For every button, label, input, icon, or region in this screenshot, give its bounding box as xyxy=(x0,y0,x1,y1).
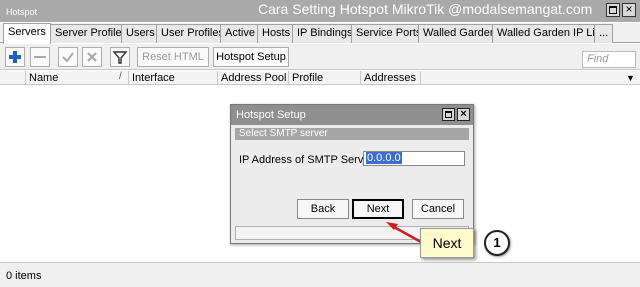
hotspot-setup-dialog: Hotspot Setup × Select SMTP server IP Ad… xyxy=(230,104,474,244)
search-input[interactable]: Find xyxy=(582,51,636,68)
disable-button[interactable] xyxy=(82,47,102,67)
step-number-badge: 1 xyxy=(484,230,510,256)
tab-bar: Servers Server Profiles Users User Profi… xyxy=(0,23,640,44)
smtp-ip-input[interactable]: 0.0.0.0 xyxy=(363,151,465,166)
funnel-icon xyxy=(112,51,128,64)
reset-html-button[interactable]: Reset HTML xyxy=(137,47,209,67)
close-icon: × xyxy=(460,108,467,120)
close-icon: × xyxy=(625,2,633,16)
minus-icon xyxy=(34,56,46,58)
tab-server-profiles[interactable]: Server Profiles xyxy=(50,24,133,43)
table-header: Name / Interface Address Pool Profile Ad… xyxy=(0,71,640,85)
tab-hosts[interactable]: Hosts xyxy=(257,24,296,43)
column-profile[interactable]: Profile xyxy=(289,71,361,85)
add-button[interactable] xyxy=(5,47,25,67)
tab-service-ports[interactable]: Service Ports xyxy=(351,24,427,43)
enable-button[interactable] xyxy=(58,47,78,67)
tab-users[interactable]: Users xyxy=(121,24,160,43)
column-addresses[interactable]: Addresses ... xyxy=(361,71,421,85)
smtp-ip-label: IP Address of SMTP Server: xyxy=(239,154,377,166)
maximize-icon xyxy=(609,6,617,14)
maximize-button[interactable] xyxy=(606,3,620,17)
items-count: 0 items xyxy=(6,270,42,282)
tab-user-profiles[interactable]: User Profiles xyxy=(156,24,229,43)
dialog-maximize-button[interactable] xyxy=(442,108,455,121)
plus-icon xyxy=(9,51,21,63)
next-callout: Next xyxy=(420,228,474,258)
select-column xyxy=(0,71,26,85)
tab-walled-garden-ip-list[interactable]: Walled Garden IP List xyxy=(492,24,609,43)
column-name-label: Name xyxy=(29,72,59,84)
tab-servers[interactable]: Servers xyxy=(3,23,51,44)
window-title: Hotspot xyxy=(6,7,38,17)
sort-icon: / xyxy=(119,71,122,82)
column-address-pool[interactable]: Address Pool xyxy=(218,71,289,85)
next-button[interactable]: Next xyxy=(352,199,404,219)
column-name[interactable]: Name xyxy=(26,71,129,85)
check-icon xyxy=(62,52,74,63)
toolbar: Reset HTML Hotspot Setup Find xyxy=(0,44,640,70)
smtp-ip-value: 0.0.0.0 xyxy=(366,152,402,164)
close-button[interactable]: × xyxy=(622,2,636,17)
dialog-titlebar: Hotspot Setup × xyxy=(231,105,473,125)
tab-ip-bindings[interactable]: IP Bindings xyxy=(292,24,358,43)
tutorial-caption: Cara Setting Hotspot MikroTik @modalsema… xyxy=(258,1,593,17)
chevron-down-icon[interactable]: ▼ xyxy=(626,73,635,83)
back-button[interactable]: Back xyxy=(297,199,349,219)
status-bar: 0 items xyxy=(0,262,640,287)
tab-active[interactable]: Active xyxy=(220,24,260,43)
window-titlebar: Hotspot Cara Setting Hotspot MikroTik @m… xyxy=(0,0,640,22)
dialog-close-button[interactable]: × xyxy=(457,108,470,121)
cancel-button[interactable]: Cancel xyxy=(412,199,464,219)
x-icon xyxy=(87,52,97,62)
column-interface[interactable]: Interface xyxy=(129,71,218,85)
maximize-icon xyxy=(445,111,452,118)
dialog-section-header: Select SMTP server xyxy=(235,128,469,140)
dialog-title: Hotspot Setup xyxy=(236,109,306,121)
remove-button[interactable] xyxy=(30,47,50,67)
tab-more[interactable]: ... xyxy=(594,24,614,43)
tab-walled-garden[interactable]: Walled Garden xyxy=(418,24,501,43)
hotspot-setup-button[interactable]: Hotspot Setup xyxy=(213,47,289,67)
filter-button[interactable] xyxy=(110,47,130,67)
